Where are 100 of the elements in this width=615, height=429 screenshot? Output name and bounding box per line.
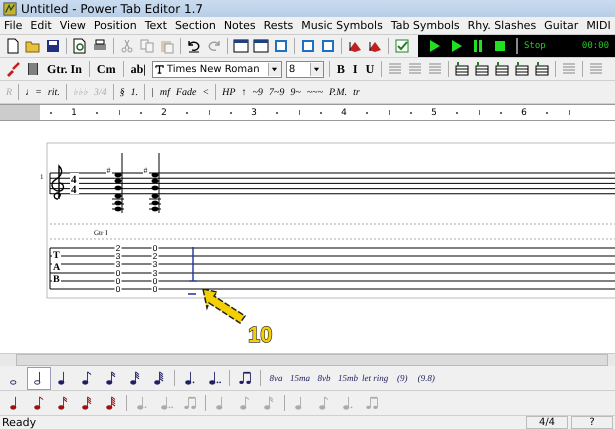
staff-lines-icon[interactable] [534, 61, 550, 77]
font-name: Times New Roman [166, 64, 260, 74]
note-icon[interactable] [80, 395, 94, 411]
note-icon[interactable] [80, 370, 94, 386]
menu-item[interactable]: Position [90, 19, 141, 32]
help-pane: ? [571, 416, 613, 429]
tab-fret-number: 0 [116, 268, 120, 278]
time-signature-number: 4 [71, 174, 76, 186]
tab-fret-number: 2 [116, 243, 120, 253]
callout-number: 10 [248, 322, 272, 347]
toolbar-button[interactable]: Gtr. In [43, 62, 86, 76]
toolbar-button[interactable]: rit. [44, 86, 63, 98]
note-icon[interactable] [152, 370, 166, 386]
menu-item[interactable]: MIDI [582, 19, 615, 32]
toolbar-button[interactable]: < [199, 86, 212, 98]
toolbar-button[interactable]: B [332, 62, 349, 76]
note-button[interactable]: 15mb [336, 366, 360, 390]
toolbar-button[interactable]: tr [350, 86, 363, 98]
note-icon[interactable] [104, 370, 118, 386]
note-icon[interactable] [56, 395, 70, 411]
tab-fret-number: 0 [152, 276, 158, 286]
font-size-dropdown[interactable]: 8 [286, 60, 324, 78]
toolbar-button[interactable]: ab| [126, 62, 150, 76]
menu-item[interactable]: Guitar [540, 19, 582, 32]
window-title: Untitled - Power Tab Editor 1.7 [21, 2, 204, 16]
checklist-icon[interactable] [394, 38, 410, 54]
note-icon[interactable] [32, 395, 46, 411]
beamed-notes-icon[interactable] [238, 370, 252, 386]
note-icon[interactable] [183, 370, 197, 386]
ruler-number: 2 [160, 108, 168, 118]
ruler-number: 5 [430, 108, 438, 118]
menu-item[interactable]: File [0, 19, 26, 32]
toolbar-button[interactable]: Fade [172, 86, 200, 98]
toolbar-button[interactable]: P.M. [326, 86, 350, 98]
font-icon [154, 64, 164, 74]
tab-fret-number: 0 [152, 243, 158, 253]
toolbar-button[interactable]: 7~9 [266, 86, 288, 98]
tab-fret-number: 3 [152, 268, 158, 278]
toolbar-button[interactable]: U [362, 62, 378, 76]
ruler-number: 4 [340, 108, 348, 118]
staff-lines-icon[interactable] [494, 61, 510, 77]
toolbar-button[interactable]: HP [219, 86, 238, 98]
note-button[interactable]: 8vb [312, 366, 336, 390]
stop-icon[interactable] [492, 38, 508, 54]
ruler-number: 3 [250, 108, 258, 118]
note-button[interactable]: (9) [390, 366, 414, 390]
tab-clef-letter: A [53, 262, 60, 273]
toolbar-button[interactable]: | [148, 86, 157, 98]
toolbar-button[interactable]: Cm [92, 62, 120, 76]
tab-fret-number: 0 [116, 284, 120, 294]
menu-item[interactable]: Music Symbols [297, 19, 387, 32]
note-button[interactable]: let ring [360, 366, 390, 390]
font-size: 8 [288, 64, 296, 74]
menu-item[interactable]: Rests [260, 19, 298, 32]
window-icon[interactable] [253, 38, 269, 54]
caret-icon [313, 66, 320, 72]
toolbar-button[interactable]: ~9 [249, 86, 266, 98]
tab-fret-number: 3 [116, 251, 120, 261]
caret-icon [271, 66, 278, 72]
menu-item[interactable]: Section [170, 19, 220, 32]
toolbar-button[interactable]: I [348, 62, 362, 76]
tab-clef-letter: B [53, 274, 60, 285]
time-signature-pane: 4/4 [526, 416, 568, 429]
toolbar-button[interactable]: ~~~ [304, 86, 326, 98]
sharp-sign: # [144, 166, 148, 175]
menu-item[interactable]: Edit [26, 19, 56, 32]
toolbar-button[interactable]: 9~ [287, 86, 304, 98]
grid-icon[interactable] [25, 61, 41, 77]
print-preview-icon[interactable] [72, 38, 88, 54]
tab-fret-number: 0 [116, 276, 120, 286]
window-icon[interactable] [233, 38, 249, 54]
toolbar-button[interactable]: mf [156, 86, 173, 98]
note-button[interactable]: 15ma [288, 366, 312, 390]
menu-item[interactable]: View [56, 19, 90, 32]
toolbar-button[interactable]: § [116, 86, 128, 98]
staff-lines-icon[interactable] [454, 61, 470, 77]
playback-time: 00:00 [582, 41, 609, 51]
toolbar-button[interactable]: ↑ [238, 86, 250, 98]
menu-item[interactable]: Notes [220, 19, 260, 32]
note-button[interactable]: (9.8) [414, 366, 438, 390]
ruler-number: 1 [70, 108, 78, 118]
note-button[interactable] [27, 366, 51, 390]
font-dropdown[interactable]: Times New Roman [152, 60, 282, 78]
new-document-icon[interactable] [5, 38, 21, 54]
toolbar-button[interactable]: 1. [128, 86, 142, 98]
staff-lines-icon[interactable] [514, 61, 530, 77]
sharp-sign: # [106, 166, 110, 175]
app-icon [3, 2, 17, 16]
undo-icon[interactable] [186, 38, 202, 54]
cursor-icon [187, 246, 198, 295]
toolbar-button[interactable]: ♩= [22, 86, 45, 98]
note-icon[interactable] [104, 395, 118, 411]
staff-lines-icon[interactable] [474, 61, 490, 77]
note-button[interactable]: 8va [264, 366, 288, 390]
note-icon[interactable] [128, 370, 142, 386]
note-icon[interactable] [207, 370, 221, 386]
menu-item[interactable]: Tab Symbols [386, 19, 464, 32]
menu-item[interactable]: Text [140, 19, 171, 32]
ruler-number: 6 [520, 108, 528, 118]
menu-item[interactable]: Rhy. Slashes [464, 19, 540, 32]
